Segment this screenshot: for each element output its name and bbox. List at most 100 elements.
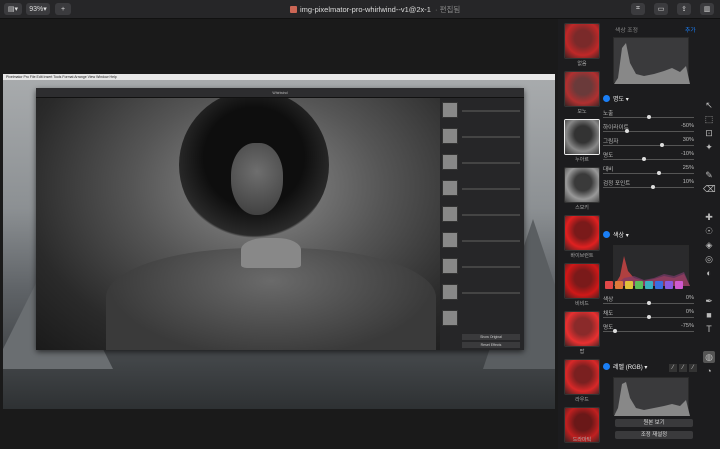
slider-knob[interactable] — [656, 171, 661, 175]
preset-smoky[interactable] — [564, 167, 600, 203]
eyedropper-black-icon[interactable]: ⁄ — [669, 364, 677, 372]
slider-track[interactable] — [603, 131, 694, 132]
eyedropper-gray-icon[interactable]: ⁄ — [679, 364, 687, 372]
smudge-icon[interactable]: ☉ — [703, 225, 715, 237]
preset-thumbnail — [565, 216, 599, 250]
preset-vivid[interactable] — [564, 263, 600, 299]
color-swatch[interactable] — [635, 281, 643, 289]
arrange-icon[interactable]: ↖ — [703, 99, 715, 111]
slider-label: 색상 — [603, 297, 614, 303]
slider-row[interactable]: 명도 -10% — [603, 151, 698, 163]
type-icon[interactable]: T — [703, 323, 715, 335]
color-histogram — [613, 245, 690, 286]
shape-icon[interactable]: ■ — [703, 309, 715, 321]
eyedropper-group: ⁄ ⁄ ⁄ — [669, 364, 697, 372]
slider-row[interactable]: 검정 포인트 10% — [603, 179, 698, 191]
slider-knob[interactable] — [659, 143, 664, 147]
pen-icon[interactable]: ✒ — [703, 295, 715, 307]
preset-vibrant[interactable] — [564, 215, 600, 251]
tab-color-adjust[interactable]: 색상 조정 — [615, 25, 638, 34]
color-swatch[interactable] — [615, 281, 623, 289]
preset-thumbnail — [565, 72, 599, 106]
slider-knob[interactable] — [646, 315, 651, 319]
heal-icon[interactable]: ✚ — [703, 211, 715, 223]
section-light[interactable]: 명도 ▾ — [603, 95, 698, 105]
inner-slider — [462, 266, 520, 268]
color-swatch[interactable] — [665, 281, 673, 289]
slider-row[interactable]: 명도 -75% — [603, 323, 698, 335]
top-toolbar: ▤▾ 93% ▾ + img-pixelmator-pro-whirlwind--… — [0, 0, 720, 19]
checkmark-icon[interactable] — [603, 363, 610, 370]
sharpen-icon[interactable]: ◈ — [703, 239, 715, 251]
slider-track[interactable] — [603, 173, 694, 174]
inner-slider — [462, 110, 520, 112]
sponge-icon[interactable]: ◎ — [703, 253, 715, 265]
color-swatch[interactable] — [625, 281, 633, 289]
slider-row[interactable]: 대비 25% — [603, 165, 698, 177]
slider-row[interactable]: 색상 0% — [603, 295, 698, 307]
show-original-button[interactable]: 원본 보기 — [615, 419, 693, 427]
tab-add[interactable]: 추가 — [685, 25, 696, 34]
color-adjust-icon[interactable]: ◍ — [703, 351, 715, 363]
eyedropper-white-icon[interactable]: ⁄ — [689, 364, 697, 372]
document-icon — [290, 6, 297, 13]
slider-knob[interactable] — [624, 129, 629, 133]
slider-knob[interactable] — [646, 301, 651, 305]
document-title[interactable]: img-pixelmator-pro-whirlwind--v1@2x-1 · 편… — [290, 4, 460, 15]
reset-adjustments-button[interactable]: 조정 재설정 — [615, 431, 693, 439]
preset-label: 비비드 — [575, 301, 589, 307]
slider-track[interactable] — [603, 159, 694, 160]
preset-label: 라우드 — [575, 397, 589, 403]
burn-icon[interactable]: ◐ — [703, 267, 715, 279]
effects-icon[interactable]: ◔ — [703, 365, 715, 377]
preset-mono[interactable] — [564, 71, 600, 107]
preset-pop[interactable] — [564, 311, 600, 347]
zoom-button[interactable]: 93% ▾ — [26, 3, 50, 15]
presets-sidebar: 없음 모노 누아르 스모키 바이브런트 비비드 팝 라우드 드라마틱 — [558, 19, 606, 449]
color-swatch[interactable] — [605, 281, 613, 289]
slider-knob[interactable] — [642, 157, 647, 161]
crop-button[interactable]: ⌗ — [631, 3, 645, 15]
crop-icon[interactable]: ⊡ — [703, 127, 715, 139]
paint-icon[interactable]: ✎ — [703, 169, 715, 181]
color-swatch[interactable] — [675, 281, 683, 289]
erase-icon[interactable]: ⌫ — [703, 183, 716, 195]
zoom-label: 93% — [29, 5, 44, 13]
adjustments-panel: 색상 조정 추가 명도 ▾ 노출하이라이트 -50% 그림자 30% 명도 -10% 대비 2… — [603, 19, 698, 449]
slider-label: 명도 — [603, 153, 614, 159]
color-histogram-graph — [614, 256, 690, 286]
slider-value: -10% — [680, 151, 694, 157]
color-swatch[interactable] — [655, 281, 663, 289]
slider-row[interactable]: 채도 0% — [603, 309, 698, 321]
slider-knob[interactable] — [650, 185, 655, 189]
preset-none[interactable] — [564, 23, 600, 59]
inner-thumb — [442, 206, 458, 222]
image-canvas[interactable]: Pixelmator Pro File Edit Insert Tools Fo… — [0, 19, 558, 449]
slider-knob[interactable] — [613, 329, 618, 333]
inner-thumb — [442, 154, 458, 170]
share-button[interactable]: ⇪ — [677, 3, 691, 15]
preset-loud[interactable] — [564, 359, 600, 395]
slider-row[interactable]: 그림자 30% — [603, 137, 698, 149]
checkmark-icon[interactable] — [603, 95, 610, 102]
face — [231, 143, 283, 215]
add-button[interactable]: + — [55, 3, 71, 15]
export-button[interactable]: ▭ — [654, 3, 668, 15]
slider-knob[interactable] — [646, 115, 651, 119]
slider-row[interactable]: 하이라이트 -50% — [603, 123, 698, 135]
retouch-icon[interactable]: ✦ — [703, 141, 715, 153]
sidebar-right-button[interactable]: ▥ — [700, 3, 714, 15]
preset-label: 바이브런트 — [570, 253, 594, 259]
inner-effects-panel: Show Original Reset Effects — [440, 98, 524, 350]
preset-noir[interactable] — [564, 119, 600, 155]
select-icon[interactable]: ⬚ — [703, 113, 715, 125]
slider-track[interactable] — [603, 187, 694, 188]
histogram — [613, 37, 690, 84]
section-color[interactable]: 색상 ▾ — [603, 231, 698, 241]
checkmark-icon[interactable] — [603, 231, 610, 238]
slider-track[interactable] — [603, 145, 694, 146]
sidebar-toggle-button[interactable]: ▤▾ — [4, 3, 22, 15]
preset-thumbnail — [565, 360, 599, 394]
color-swatch[interactable] — [645, 281, 653, 289]
slider-row[interactable]: 노출 — [603, 109, 698, 121]
